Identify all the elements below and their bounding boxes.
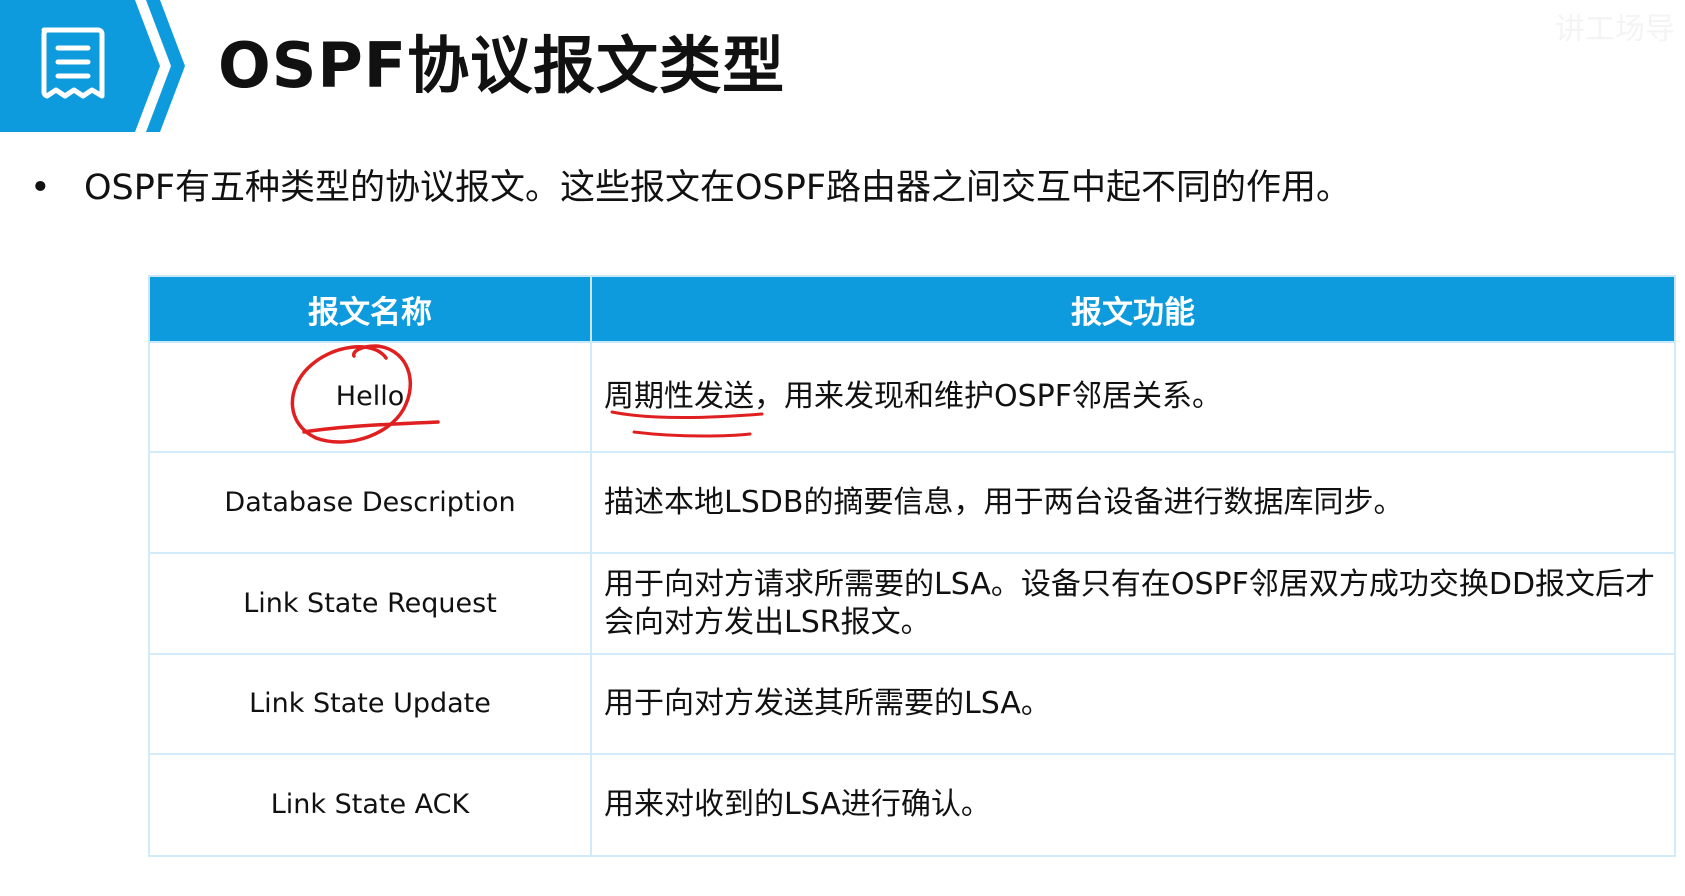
- table-row: Link State ACK 用来对收到的LSA进行确认。: [148, 753, 1676, 857]
- packet-function-cell: 描述本地LSDB的摘要信息，用于两台设备进行数据库同步。: [590, 451, 1676, 554]
- header-badge-shape: [0, 0, 185, 132]
- packet-function-cell: 用来对收到的LSA进行确认。: [590, 753, 1676, 857]
- packet-function-text: ，用来发现和维护OSPF邻居关系。: [754, 379, 1223, 414]
- packet-name-cell: Link State Request: [148, 552, 592, 655]
- intro-text: OSPF有五种类型的协议报文。这些报文在OSPF路由器之间交互中起不同的作用。: [84, 168, 1352, 208]
- watermark: 讲工场导: [1555, 12, 1675, 47]
- table-row: Link State Update 用于向对方发送其所需要的LSA。: [148, 653, 1676, 755]
- header-badge: [0, 0, 185, 132]
- bullet-point: •: [30, 168, 51, 208]
- packet-function-cell: 周期性发送 ，用来发现和维护OSPF邻居关系。: [590, 341, 1676, 453]
- packet-type-table: 报文名称 报文功能 Hello 周期性发送 ，用来发现和维护OSPF邻居关系。 …: [148, 275, 1676, 857]
- table-row: Hello 周期性发送 ，用来发现和维护OSPF邻居关系。: [148, 341, 1676, 453]
- packet-name-hello: Hello: [290, 344, 440, 444]
- packet-function-cell: 用于向对方发送其所需要的LSA。: [590, 653, 1676, 755]
- underlined-text: 周期性发送: [604, 378, 764, 438]
- header-packet-name: 报文名称: [148, 275, 592, 343]
- packet-function-cell: 用于向对方请求所需要的LSA。设备只有在OSPF邻居双方成功交换DD报文后才会向…: [590, 552, 1676, 655]
- header-packet-function: 报文功能: [590, 275, 1676, 343]
- table: 报文名称 报文功能 Hello 周期性发送 ，用来发现和维护OSPF邻居关系。 …: [148, 275, 1676, 857]
- packet-name-cell: Link State ACK: [148, 753, 592, 857]
- table-row: Database Description 描述本地LSDB的摘要信息，用于两台设…: [148, 451, 1676, 554]
- packet-name-cell: Hello: [148, 341, 592, 453]
- packet-name-cell: Link State Update: [148, 653, 592, 755]
- table-row: Link State Request 用于向对方请求所需要的LSA。设备只有在O…: [148, 552, 1676, 655]
- intro-bullet-line: • OSPF有五种类型的协议报文。这些报文在OSPF路由器之间交互中起不同的作用。: [30, 160, 1351, 216]
- table-header-row: 报文名称 报文功能: [148, 275, 1676, 343]
- packet-name-cell: Database Description: [148, 451, 592, 554]
- packet-name-text: Hello: [335, 381, 405, 412]
- packet-function-highlight: 周期性发送: [604, 379, 754, 414]
- page-title: OSPF协议报文类型: [218, 29, 786, 102]
